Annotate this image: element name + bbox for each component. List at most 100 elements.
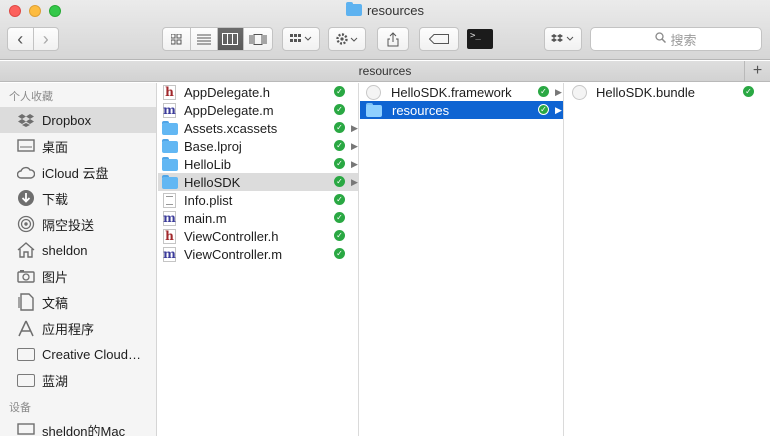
back-button[interactable]: ‹	[8, 28, 34, 50]
tab-bar: resources +	[0, 61, 770, 82]
list-item[interactable]: Base.lproj ✓ ▶	[158, 137, 358, 155]
desktop-icon	[16, 137, 36, 155]
navigation-buttons: ‹ ›	[7, 27, 59, 51]
file-name: Info.plist	[184, 192, 233, 208]
sidebar-item-label: sheldon	[42, 242, 88, 258]
list-item[interactable]: m ViewController.m ✓	[158, 245, 358, 263]
sidebar-item-airdrop[interactable]: 隔空投送	[0, 211, 156, 237]
sync-check-icon: ✓	[334, 104, 345, 115]
list-item[interactable]: m AppDelegate.m ✓	[158, 101, 358, 119]
file-name: HelloSDK.bundle	[596, 84, 696, 100]
gallery-view-button[interactable]	[244, 28, 272, 50]
sync-check-icon: ✓	[334, 230, 345, 241]
list-item[interactable]: h ViewController.h ✓	[158, 227, 358, 245]
sync-check-icon: ✓	[334, 140, 345, 151]
bundle-icon	[572, 84, 587, 100]
disclosure-arrow-icon: ▶	[351, 123, 358, 133]
terminal-icon[interactable]: >_	[467, 29, 493, 49]
file-name: Base.lproj	[184, 138, 242, 154]
list-item[interactable]: Info.plist ✓	[158, 191, 358, 209]
browser-column-2: HelloSDK.framework ✓ ▶ resources ✓ ▶	[360, 83, 564, 436]
list-item[interactable]: HelloLib ✓ ▶	[158, 155, 358, 173]
group-by-button[interactable]	[282, 27, 320, 51]
sidebar-item-pictures[interactable]: 图片	[0, 263, 156, 289]
list-item[interactable]: HelloSDK.framework ✓ ▶	[360, 83, 563, 101]
new-tab-button[interactable]: +	[744, 61, 770, 81]
airdrop-icon	[16, 215, 36, 233]
action-button[interactable]	[328, 27, 366, 51]
sidebar-item-label: 文稿	[42, 295, 69, 311]
browser-column-3: HelloSDK.bundle ✓	[565, 83, 770, 436]
sidebar-item-label: iCloud 云盘	[42, 165, 109, 181]
dropbox-icon	[16, 111, 36, 129]
source-file-icon: m	[163, 210, 176, 226]
list-view-button[interactable]	[191, 28, 218, 50]
folder-icon	[162, 175, 178, 189]
sidebar-header-devices: 设备	[9, 402, 31, 414]
framework-icon	[366, 84, 381, 100]
sync-check-icon: ✓	[538, 86, 549, 97]
column-view-icon	[222, 33, 239, 45]
sync-check-icon: ✓	[334, 122, 345, 133]
folder-icon	[162, 139, 178, 153]
list-item[interactable]: m main.m ✓	[158, 209, 358, 227]
sidebar-item-downloads[interactable]: 下载	[0, 185, 156, 211]
window-title-text: resources	[366, 3, 425, 18]
file-name: ViewController.m	[184, 246, 283, 262]
file-name: resources	[392, 102, 450, 118]
sidebar-item-label: 隔空投送	[42, 217, 95, 233]
forward-button[interactable]: ›	[34, 28, 59, 50]
source-file-icon: m	[163, 246, 176, 262]
window-titlebar: resources ‹ › >_ 搜索	[0, 0, 770, 60]
edit-tags-button[interactable]	[419, 27, 459, 51]
file-name: HelloLib	[184, 156, 231, 172]
tag-icon	[429, 34, 449, 44]
disclosure-arrow-icon: ▶	[555, 87, 562, 97]
tab-resources[interactable]: resources	[359, 64, 412, 78]
list-item-selected[interactable]: resources ✓ ▶	[360, 101, 563, 119]
sidebar-item-label: Dropbox	[42, 112, 92, 128]
file-name: HelloSDK	[184, 174, 241, 190]
group-icon	[290, 34, 312, 42]
sidebar-item-documents[interactable]: 文稿	[0, 289, 156, 315]
column-view-button[interactable]	[217, 28, 245, 50]
sync-check-icon: ✓	[334, 248, 345, 259]
disclosure-arrow-icon: ▶	[555, 105, 562, 115]
icon-view-button[interactable]	[163, 28, 191, 50]
disclosure-arrow-icon: ▶	[351, 159, 358, 169]
gear-icon	[336, 33, 358, 45]
file-name: AppDelegate.h	[184, 84, 271, 100]
search-input[interactable]: 搜索	[590, 27, 762, 51]
share-button[interactable]	[377, 27, 409, 51]
folder-icon	[16, 371, 36, 389]
header-file-icon: h	[163, 84, 176, 100]
search-icon	[655, 32, 667, 46]
list-item[interactable]: HelloSDK.bundle ✓	[565, 83, 770, 101]
sidebar-item-mac[interactable]: sheldon的Mac	[0, 417, 156, 436]
list-item-selected[interactable]: HelloSDK ✓ ▶	[158, 173, 358, 191]
source-file-icon: m	[163, 102, 176, 118]
camera-icon	[16, 267, 36, 285]
sidebar-item-icloud[interactable]: iCloud 云盘	[0, 159, 156, 185]
sync-check-icon: ✓	[334, 86, 345, 97]
sidebar-item-desktop[interactable]: 桌面	[0, 133, 156, 159]
sidebar-item-creative-cloud[interactable]: Creative Cloud…	[0, 341, 156, 367]
sidebar-item-home[interactable]: sheldon	[0, 237, 156, 263]
cloud-icon	[16, 163, 36, 181]
computer-icon	[16, 421, 36, 436]
search-placeholder: 搜索	[670, 32, 697, 48]
list-item[interactable]: h AppDelegate.h ✓	[158, 83, 358, 101]
list-view-icon	[196, 34, 211, 44]
file-name: AppDelegate.m	[184, 102, 274, 118]
list-item[interactable]: Assets.xcassets ✓ ▶	[158, 119, 358, 137]
sidebar-item-label: sheldon的Mac	[42, 423, 126, 436]
sync-check-icon: ✓	[538, 104, 549, 115]
sidebar-item-label: 应用程序	[42, 321, 95, 337]
sidebar-item-lanhu[interactable]: 蓝湖	[0, 367, 156, 393]
file-name: ViewController.h	[184, 228, 279, 244]
folder-icon	[366, 103, 382, 117]
share-icon	[387, 31, 399, 46]
sidebar-item-applications[interactable]: 应用程序	[0, 315, 156, 341]
sidebar-item-dropbox[interactable]: Dropbox	[0, 107, 156, 133]
dropbox-menu-button[interactable]	[544, 27, 582, 51]
